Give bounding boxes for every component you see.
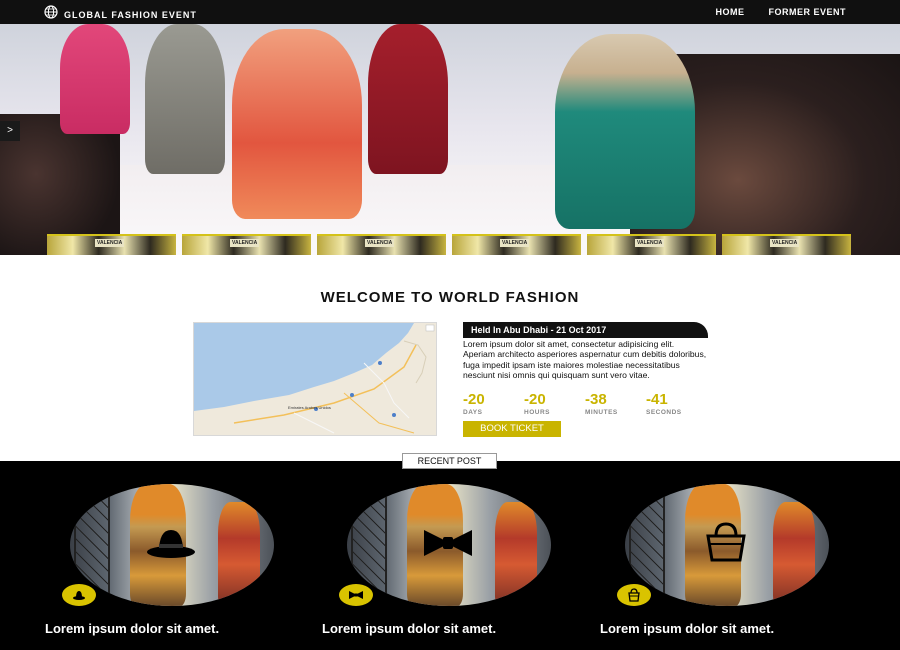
slider-thumbnail[interactable]: VALENCIA (47, 234, 176, 255)
bowtie-icon (339, 584, 373, 606)
model-red (368, 24, 448, 174)
hat-icon (143, 522, 199, 562)
event-location-map[interactable]: Emirates Arabes Unidos (193, 322, 437, 436)
countdown-value: -38 (585, 391, 607, 408)
post-title[interactable]: Lorem ipsum dolor sit amet. (600, 621, 820, 636)
countdown-days: -20 DAYS (463, 392, 524, 416)
countdown-label: DAYS (463, 409, 483, 416)
book-ticket-button[interactable]: BOOK TICKET (463, 421, 561, 437)
hat-icon (62, 584, 96, 606)
countdown-minutes: -38 MINUTES (585, 392, 646, 416)
countdown-label: SECONDS (646, 409, 682, 416)
event-description: Lorem ipsum dolor sit amet, consectetur … (463, 339, 707, 380)
countdown-timer: -20 DAYS -20 HOURS -38 MINUTES -41 SECON… (463, 392, 707, 416)
post-title[interactable]: Lorem ipsum dolor sit amet. (45, 621, 265, 636)
model-grey (145, 24, 225, 174)
map-country-label: Emirates Arabes Unidos (288, 405, 331, 410)
countdown-value: -41 (646, 391, 668, 408)
thumbnail-label: VALENCIA (230, 239, 260, 247)
nav-former-event-link[interactable]: FORMER EVENT (768, 7, 846, 17)
model-figure (773, 502, 815, 606)
post-title[interactable]: Lorem ipsum dolor sit amet. (322, 621, 542, 636)
post-image[interactable] (347, 484, 551, 606)
thumbnail-label: VALENCIA (500, 239, 530, 247)
slider-thumbnail[interactable]: VALENCIA (722, 234, 851, 255)
thumbnail-label: VALENCIA (365, 239, 395, 247)
recent-post-tab[interactable]: RECENT POST (402, 453, 497, 469)
countdown-value: -20 (524, 391, 546, 408)
thumbnail-strip: VALENCIA VALENCIA VALENCIA VALENCIA VALE… (47, 234, 851, 255)
bowtie-icon (420, 522, 476, 562)
model-figure (218, 502, 260, 606)
brand[interactable]: GLOBAL FASHION EVENT (44, 5, 197, 24)
thumbnail-label: VALENCIA (770, 239, 800, 247)
slider-next-arrow[interactable]: > (0, 121, 20, 141)
welcome-heading: WELCOME TO WORLD FASHION (320, 289, 580, 306)
event-heading: Held In Abu Dhabi - 21 Oct 2017 (463, 322, 708, 338)
countdown-hours: -20 HOURS (524, 392, 585, 416)
model-figure (495, 502, 537, 606)
countdown-label: MINUTES (585, 409, 618, 416)
thumbnail-label: VALENCIA (635, 239, 665, 247)
slider-thumbnail[interactable]: VALENCIA (317, 234, 446, 255)
handbag-icon (698, 522, 754, 562)
countdown-label: HOURS (524, 409, 550, 416)
handbag-icon (617, 584, 651, 606)
post-image[interactable] (70, 484, 274, 606)
nav-links: HOME FORMER EVENT (715, 7, 846, 17)
brand-name: GLOBAL FASHION EVENT (64, 9, 197, 20)
slider-thumbnail[interactable]: VALENCIA (587, 234, 716, 255)
globe-icon (44, 5, 58, 24)
countdown-seconds: -41 SECONDS (646, 392, 707, 416)
model-orange (232, 29, 362, 219)
model-pink (60, 24, 130, 134)
model-green (555, 34, 695, 229)
countdown-value: -20 (463, 391, 485, 408)
post-image[interactable] (625, 484, 829, 606)
hero-slider: > VALENCIA VALENCIA VALENCIA VALENCIA VA… (0, 24, 900, 255)
top-navbar: GLOBAL FASHION EVENT HOME FORMER EVENT (0, 0, 900, 24)
nav-home-link[interactable]: HOME (715, 7, 744, 17)
slider-thumbnail[interactable]: VALENCIA (182, 234, 311, 255)
thumbnail-label: VALENCIA (95, 239, 125, 247)
slider-thumbnail[interactable]: VALENCIA (452, 234, 581, 255)
